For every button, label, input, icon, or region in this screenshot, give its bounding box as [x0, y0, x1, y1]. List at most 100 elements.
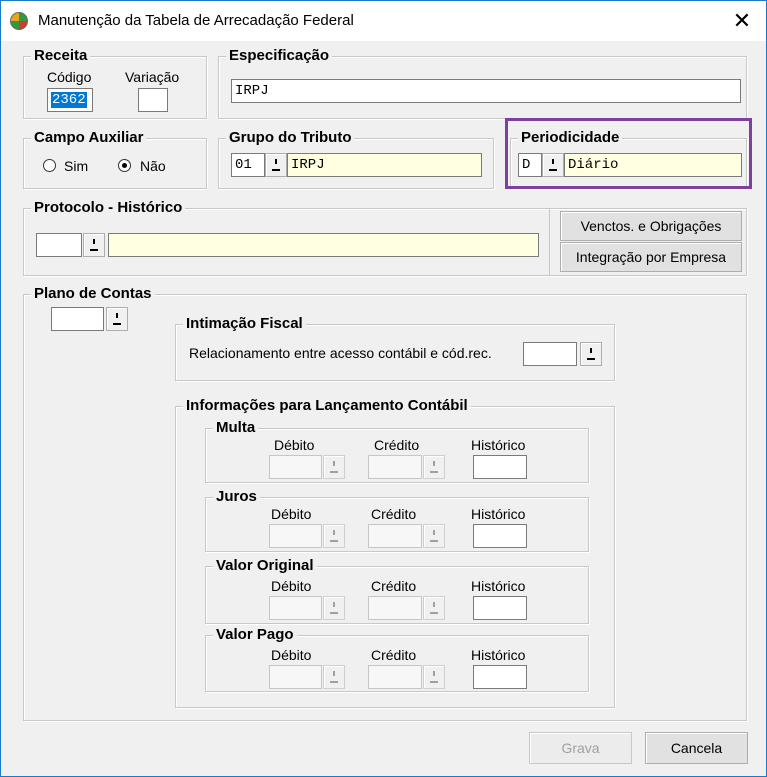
dropdown-bar-icon [430, 612, 438, 614]
valor-pago-debito-dropdown-button [323, 665, 345, 689]
valor-original-historico-label: Histórico [471, 578, 526, 594]
dropdown-bar-icon [430, 540, 438, 542]
dropdown-stem-icon [116, 313, 118, 318]
protocolo-code-field[interactable] [36, 233, 82, 257]
valor-original-credito-dropdown-button [423, 596, 445, 620]
dropdown-stem-icon [590, 348, 592, 353]
cancela-button[interactable]: Cancela [645, 732, 748, 764]
protocolo-legend: Protocolo - Histórico [31, 199, 186, 217]
valor-original-debito-label: Débito [271, 578, 312, 594]
venctos-obrigacoes-button[interactable]: Venctos. e Obrigações [560, 211, 742, 241]
dropdown-bar-icon [587, 358, 595, 360]
dropdown-bar-icon [330, 540, 338, 542]
dropdown-bar-icon [430, 471, 438, 473]
protocolo-divider [549, 208, 550, 276]
multa-debito-field [269, 455, 322, 479]
plano-contas-legend: Plano de Contas [31, 285, 155, 303]
juros-credito-dropdown-button [423, 524, 445, 548]
juros-credito-field [368, 524, 422, 548]
valor-pago-legend: Valor Pago [213, 626, 297, 644]
dropdown-bar-icon [549, 169, 557, 171]
close-icon[interactable]: ✕ [719, 1, 765, 41]
dropdown-bar-icon [330, 681, 338, 683]
juros-historico-field[interactable] [473, 524, 527, 548]
dropdown-stem-icon [275, 159, 277, 164]
variacao-field[interactable] [138, 88, 168, 112]
lancamento-contabil-legend: Informações para Lançamento Contábil [183, 397, 471, 415]
valor-original-historico-field[interactable] [473, 596, 527, 620]
radio-nao[interactable] [118, 159, 131, 172]
multa-credito-field [368, 455, 422, 479]
codigo-field[interactable]: 2362 [47, 88, 93, 112]
grupo-tributo-dropdown-button[interactable] [265, 153, 287, 177]
juros-legend: Juros [213, 488, 260, 506]
variacao-label: Variação [125, 69, 180, 85]
grupo-tributo-legend: Grupo do Tributo [226, 129, 355, 147]
grava-button[interactable]: Grava [529, 732, 632, 764]
periodicidade-description: Diário [564, 153, 742, 177]
window-title: Manutenção da Tabela de Arrecadação Fede… [38, 12, 354, 29]
dropdown-bar-icon [113, 323, 121, 325]
multa-historico-field[interactable] [473, 455, 527, 479]
multa-historico-label: Histórico [471, 437, 526, 453]
protocolo-description [108, 233, 539, 257]
valor-pago-historico-label: Histórico [471, 647, 526, 663]
valor-pago-debito-field [269, 665, 322, 689]
valor-original-credito-field [368, 596, 422, 620]
multa-debito-dropdown-button [323, 455, 345, 479]
radio-sim[interactable] [43, 159, 56, 172]
multa-legend: Multa [213, 419, 259, 437]
intimacao-fiscal-dropdown-button[interactable] [580, 342, 602, 366]
especificacao-legend: Especificação [226, 47, 333, 65]
juros-debito-label: Débito [271, 506, 312, 522]
valor-pago-historico-field[interactable] [473, 665, 527, 689]
valor-original-debito-field [269, 596, 322, 620]
valor-original-credito-label: Crédito [371, 578, 417, 594]
multa-credito-dropdown-button [423, 455, 445, 479]
protocolo-dropdown-button[interactable] [83, 233, 105, 257]
multa-credito-label: Crédito [374, 437, 420, 453]
dropdown-bar-icon [272, 169, 280, 171]
grupo-tributo-description: IRPJ [287, 153, 482, 177]
dropdown-bar-icon [330, 612, 338, 614]
radio-sim-label: Sim [64, 158, 89, 174]
title-bar: Manutenção da Tabela de Arrecadação Fede… [1, 1, 766, 41]
campo-auxiliar-legend: Campo Auxiliar [31, 129, 147, 147]
integracao-empresa-button[interactable]: Integração por Empresa [560, 242, 742, 272]
codigo-label: Código [47, 69, 92, 85]
juros-debito-dropdown-button [323, 524, 345, 548]
dropdown-bar-icon [330, 471, 338, 473]
codigo-value: 2362 [51, 92, 87, 108]
dropdown-stem-icon [433, 461, 435, 466]
juros-credito-label: Crédito [371, 506, 417, 522]
radio-nao-label: Não [140, 158, 166, 174]
dropdown-bar-icon [90, 249, 98, 251]
valor-original-legend: Valor Original [213, 557, 317, 575]
dropdown-stem-icon [93, 239, 95, 244]
plano-contas-field[interactable] [51, 307, 104, 331]
grupo-tributo-code-field[interactable]: 01 [231, 153, 265, 177]
periodicidade-code-field[interactable]: D [518, 153, 542, 177]
dropdown-stem-icon [333, 530, 335, 535]
dropdown-stem-icon [433, 671, 435, 676]
app-logo-icon [10, 12, 28, 30]
dropdown-bar-icon [430, 681, 438, 683]
periodicidade-dropdown-button[interactable] [542, 153, 564, 177]
intimacao-fiscal-label: Relacionamento entre acesso contábil e c… [189, 345, 492, 361]
dropdown-stem-icon [333, 602, 335, 607]
valor-pago-credito-label: Crédito [371, 647, 417, 663]
dropdown-stem-icon [333, 461, 335, 466]
multa-debito-label: Débito [274, 437, 315, 453]
valor-pago-credito-field [368, 665, 422, 689]
dropdown-stem-icon [433, 530, 435, 535]
especificacao-field[interactable]: IRPJ [231, 79, 741, 103]
dropdown-stem-icon [552, 159, 554, 164]
intimacao-fiscal-field[interactable] [523, 342, 577, 366]
valor-pago-debito-label: Débito [271, 647, 312, 663]
dropdown-stem-icon [333, 671, 335, 676]
intimacao-fiscal-legend: Intimação Fiscal [183, 315, 306, 333]
valor-pago-credito-dropdown-button [423, 665, 445, 689]
plano-contas-dropdown-button[interactable] [106, 307, 128, 331]
juros-debito-field [269, 524, 322, 548]
juros-historico-label: Histórico [471, 506, 526, 522]
